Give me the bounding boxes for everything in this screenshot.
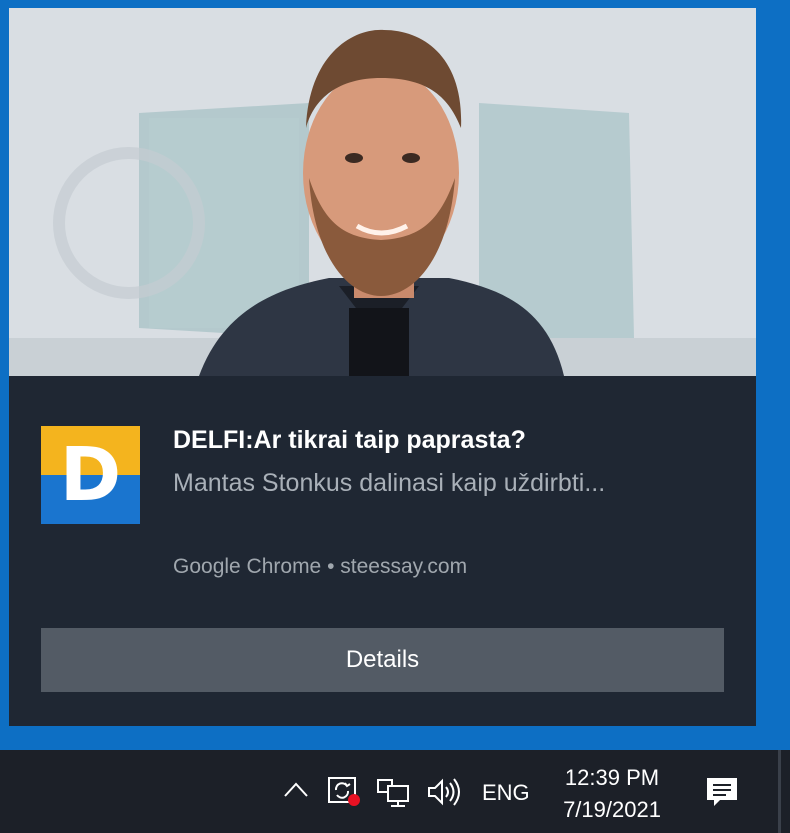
taskbar: ENG 12:39 PM 7/19/2021 xyxy=(0,750,790,833)
hero-photo xyxy=(9,8,756,376)
language-indicator[interactable]: ENG xyxy=(482,780,530,806)
action-center-icon[interactable] xyxy=(704,774,740,810)
clock-time: 12:39 PM xyxy=(564,765,660,790)
clock-date: 7/19/2021 xyxy=(563,797,661,822)
notification-body: Mantas Stonkus dalinasi kaip uždirbti... xyxy=(173,469,606,497)
notification-attribution: Google Chrome • steessay.com xyxy=(173,555,468,578)
hero-image xyxy=(9,8,756,376)
volume-icon[interactable] xyxy=(426,776,462,808)
show-desktop-divider[interactable] xyxy=(778,750,781,833)
delfi-logo: D xyxy=(41,426,140,524)
sync-notification-icon[interactable] xyxy=(326,774,362,808)
details-button[interactable]: Details xyxy=(41,628,724,692)
record-dot-icon xyxy=(348,794,360,806)
clock[interactable]: 12:39 PM 7/19/2021 xyxy=(552,762,672,826)
chevron-up-icon[interactable] xyxy=(282,778,310,802)
network-icon[interactable] xyxy=(376,776,412,808)
notification-title: DELFI:Ar tikrai taip paprasta? xyxy=(173,426,526,454)
notification-toast[interactable]: D DELFI:Ar tikrai taip paprasta? Mantas … xyxy=(9,8,756,726)
logo-letter: D xyxy=(59,432,122,518)
